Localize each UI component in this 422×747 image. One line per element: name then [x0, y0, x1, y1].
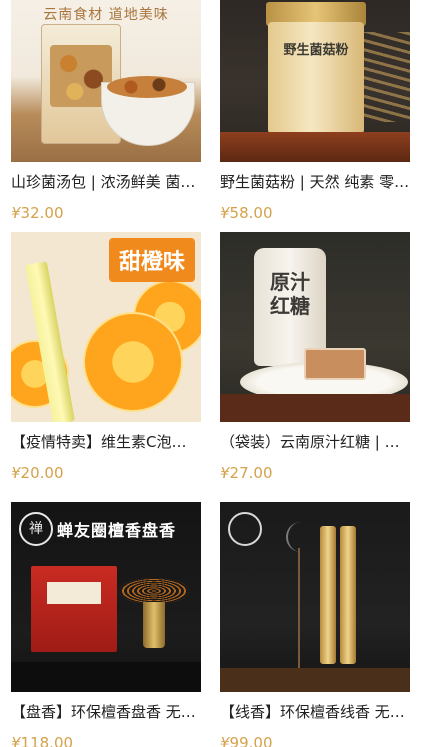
incense-coil-graphic [119, 578, 189, 604]
jar-graphic [268, 22, 364, 134]
orange-slice-graphic [83, 312, 183, 412]
product-card-brown-sugar[interactable]: 原汁红糖 （袋装）云南原汁红糖 | 古法手工 ¥27.00 [220, 232, 410, 482]
sugar-blocks-graphic [304, 348, 366, 380]
product-title[interactable]: 【线香】环保檀香线香 无烟安神 [220, 702, 410, 722]
product-title[interactable]: 【盘香】环保檀香盘香 无烟安神 [11, 702, 201, 722]
flavor-tag: 甜橙味 [108, 238, 195, 282]
soup-graphic [107, 76, 187, 98]
product-card-coil-incense[interactable]: 禅 蝉友圈檀香盘香 【盘香】环保檀香盘香 无烟安神 ¥118.00 [11, 502, 201, 747]
incense-stick-graphic [298, 548, 300, 678]
product-price: ¥58.00 [220, 204, 410, 222]
product-card-mushroom-soup[interactable]: 云南食材 道地美味 山珍菌汤包 | 浓汤鲜美 菌菇营养 ¥32.00 [11, 0, 201, 222]
price-value: 32.00 [20, 204, 64, 222]
product-image[interactable]: 原汁红糖 [220, 232, 410, 422]
product-image[interactable]: 甜橙味 [11, 232, 201, 422]
product-card-vitamin-c[interactable]: 甜橙味 【疫情特卖】维生素C泡腾片 ¥20.00 [11, 232, 201, 482]
product-image[interactable]: 野生菌菇粉 [220, 0, 410, 162]
price-value: 27.00 [229, 464, 273, 482]
image-banner-text: 云南食材 道地美味 [43, 7, 169, 23]
product-card-stick-incense[interactable]: 【线香】环保檀香线香 无烟安神 ¥99.00 [220, 502, 410, 747]
table-graphic [220, 394, 410, 422]
product-grid: 云南食材 道地美味 山珍菌汤包 | 浓汤鲜美 菌菇营养 ¥32.00 野生菌菇粉… [0, 0, 422, 747]
image-heading-text: 蝉友圈檀香盘香 [57, 521, 177, 540]
price-value: 20.00 [20, 464, 64, 482]
incense-tube-graphic [340, 526, 356, 664]
smoke-graphic [286, 522, 316, 552]
product-image[interactable]: 云南食材 道地美味 [11, 0, 201, 162]
currency-symbol: ¥ [220, 464, 230, 482]
incense-box-graphic [31, 566, 117, 652]
product-price: ¥32.00 [11, 204, 201, 222]
floor-graphic [220, 668, 410, 692]
incense-tube-graphic [320, 526, 336, 664]
product-title[interactable]: 野生菌菇粉 | 天然 纯素 零添加 [220, 172, 410, 192]
price-value: 99.00 [229, 734, 273, 747]
currency-symbol: ¥ [220, 204, 230, 222]
price-value: 118.00 [20, 734, 74, 747]
product-title[interactable]: （袋装）云南原汁红糖 | 古法手工 [220, 432, 410, 452]
floor-graphic [11, 662, 201, 692]
brand-logo-icon: 禅 [19, 512, 53, 546]
product-image[interactable]: 禅 蝉友圈檀香盘香 [11, 502, 201, 692]
currency-symbol: ¥ [11, 204, 21, 222]
currency-symbol: ¥ [11, 464, 21, 482]
currency-symbol: ¥ [11, 734, 21, 747]
product-title[interactable]: 山珍菌汤包 | 浓汤鲜美 菌菇营养 [11, 172, 201, 192]
product-price: ¥99.00 [220, 734, 410, 747]
brand-logo-icon [228, 512, 262, 546]
product-image[interactable] [220, 502, 410, 692]
currency-symbol: ¥ [220, 734, 230, 747]
product-card-mushroom-powder[interactable]: 野生菌菇粉 野生菌菇粉 | 天然 纯素 零添加 ¥58.00 [220, 0, 410, 222]
shelf-graphic [220, 132, 410, 162]
product-price: ¥20.00 [11, 464, 201, 482]
sack-label-text: 原汁红糖 [270, 270, 310, 318]
price-value: 58.00 [229, 204, 273, 222]
jar-label-text: 野生菌菇粉 [283, 43, 349, 58]
product-price: ¥27.00 [220, 464, 410, 482]
product-title[interactable]: 【疫情特卖】维生素C泡腾片 [11, 432, 201, 452]
box-label-graphic [47, 582, 101, 604]
incense-stand-graphic [143, 602, 165, 648]
product-price: ¥118.00 [11, 734, 201, 747]
